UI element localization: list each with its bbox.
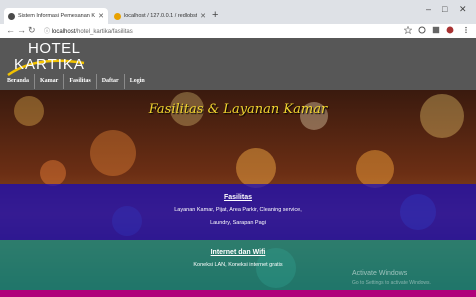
nav-fasilitas[interactable]: Fasilitas (63, 74, 95, 89)
menu-kebab-icon[interactable] (462, 26, 470, 34)
minimize-icon[interactable]: – (426, 4, 431, 14)
close-window-icon[interactable]: ✕ (459, 4, 467, 15)
site-favicon-icon (8, 12, 15, 20)
activate-windows-watermark: Activate Windows (352, 270, 408, 277)
nav-login[interactable]: Login (123, 74, 150, 89)
browser-tab-active[interactable]: Sistem Informasi Pemesanan Ka ✕ (4, 8, 108, 24)
fasilitas-section: Fasilitas Layanan Kamar, Pijat, Area Par… (0, 184, 476, 240)
browser-tab-strip: Sistem Informasi Pemesanan Ka ✕ localhos… (0, 0, 476, 24)
url-path: /hotel_kartika/fasilitas (75, 29, 133, 35)
close-tab-icon[interactable]: ✕ (98, 12, 104, 20)
hero-bokeh-background: Fasilitas & Layanan Kamar Fasilitas Laya… (0, 90, 476, 297)
section-text: Laundry, Sarapan Pagi (210, 220, 266, 226)
main-nav: Beranda Kamar Fasilitas Daftar Login (0, 74, 150, 89)
page-title: Fasilitas & Layanan Kamar (148, 102, 328, 117)
extension-grid-icon[interactable] (432, 26, 440, 34)
section-text: Koneksi LAN, Koneksi internet gratis (193, 262, 283, 268)
nav-beranda[interactable]: Beranda (0, 74, 34, 89)
section-text: Layanan Kamar, Pijat, Area Parkir, Clean… (174, 207, 302, 213)
phpmyadmin-favicon-icon (114, 12, 121, 20)
section-title: Fasilitas (223, 194, 252, 201)
close-tab-icon[interactable]: ✕ (200, 12, 206, 20)
info-icon: ⓘ (44, 29, 51, 35)
logo-kartika-text: KARTIKA (14, 56, 85, 73)
bokeh-light (236, 148, 276, 188)
site-header: HOTEL KARTIKA Beranda Kamar Fasilitas Da… (0, 38, 476, 94)
hotel-website: HOTEL KARTIKA Beranda Kamar Fasilitas Da… (0, 38, 476, 297)
activate-windows-subtext: Go to Settings to activate Windows. (352, 280, 431, 286)
tab-title: Sistem Informasi Pemesanan Ka (18, 13, 96, 19)
address-bar: ← → ↻ ⓘ localhost/hotel_kartika/fasilita… (0, 24, 476, 39)
nav-kamar[interactable]: Kamar (34, 74, 63, 89)
profile-avatar-icon[interactable] (446, 26, 454, 34)
reload-icon[interactable]: ↻ (28, 25, 36, 36)
browser-tab-phpmyadmin[interactable]: localhost / 127.0.0.1 / redlobster ✕ (110, 8, 210, 24)
maximize-icon[interactable]: □ (442, 4, 447, 14)
url-field[interactable]: ⓘ localhost/hotel_kartika/fasilitas (44, 26, 133, 35)
page-bottom-stripe (0, 290, 476, 297)
section-title: Internet dan Wifi (210, 249, 266, 256)
new-tab-button[interactable]: + (212, 9, 218, 21)
bokeh-light (40, 160, 66, 186)
star-icon[interactable] (404, 26, 412, 34)
bokeh-light (90, 130, 136, 176)
bokeh-light (356, 150, 394, 188)
nav-daftar[interactable]: Daftar (95, 74, 124, 89)
tab-title: localhost / 127.0.0.1 / redlobster (124, 13, 198, 19)
extension-icon[interactable] (418, 26, 426, 34)
back-arrow-icon[interactable]: ← (6, 25, 15, 35)
url-host: localhost (51, 29, 76, 35)
forward-arrow-icon[interactable]: → (17, 25, 26, 35)
